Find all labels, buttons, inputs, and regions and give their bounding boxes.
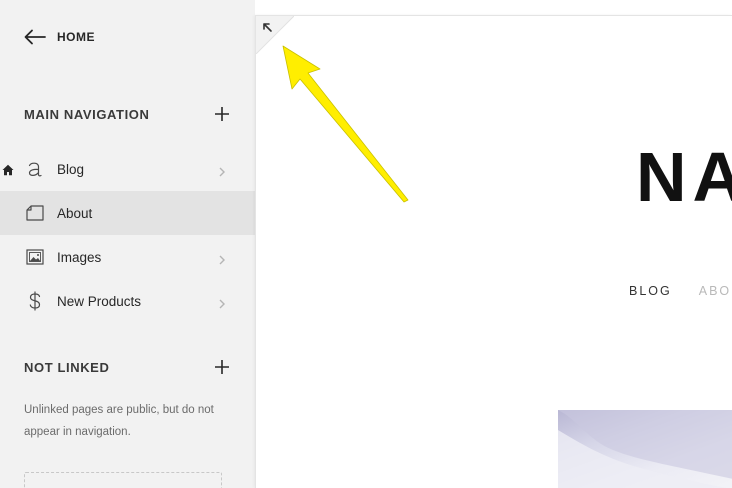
page-icon [25,203,45,223]
nav-item-label: About [57,205,93,221]
nav-item-label: New Products [57,293,142,309]
pages-sidebar: HOME MAIN NAVIGATION Blog About Images N… [0,0,255,488]
not-linked-header: NOT LINKED [24,356,230,378]
gallery-icon [25,247,45,267]
not-linked-description: Unlinked pages are public, but do not ap… [24,404,214,438]
site-nav-blog[interactable]: BLOG [629,284,672,298]
site-title: NA [636,138,732,216]
add-page-button[interactable] [214,106,230,122]
chevron-right-icon [218,252,226,265]
nav-item-label: Blog [57,161,85,177]
main-navigation-list: Blog About Images New Products [0,147,255,323]
app-root: HOME MAIN NAVIGATION Blog About Images N… [0,0,732,488]
add-unlinked-page-button[interactable] [214,359,230,375]
plus-icon [215,107,229,121]
unlinked-pages-dropzone[interactable] [24,472,222,488]
dollar-icon [25,291,45,311]
main-navigation-title: MAIN NAVIGATION [24,106,150,122]
site-nav-about[interactable]: ABOU [699,284,732,298]
expand-preview-toggle[interactable] [256,16,295,55]
homepage-house-icon [2,163,14,176]
home-label: HOME [57,30,95,44]
arrow-left-icon [24,29,46,45]
plus-icon [215,360,229,374]
nav-item-images[interactable]: Images [0,235,255,279]
site-preview-frame[interactable]: NA BLOG ABOU [255,15,732,488]
nav-item-new-products[interactable]: New Products [0,279,255,323]
nav-item-about[interactable]: About [0,191,255,235]
blog-icon [25,159,45,179]
hero-image [558,410,732,488]
chevron-right-icon [218,164,226,177]
main-navigation-header: MAIN NAVIGATION [24,103,230,125]
chevron-right-icon [218,296,226,309]
nav-item-label: Images [57,249,102,265]
home-back-link[interactable]: HOME [24,26,95,48]
not-linked-title: NOT LINKED [24,359,110,375]
nav-item-blog[interactable]: Blog [0,147,255,191]
site-navigation: BLOG ABOU [629,284,732,298]
